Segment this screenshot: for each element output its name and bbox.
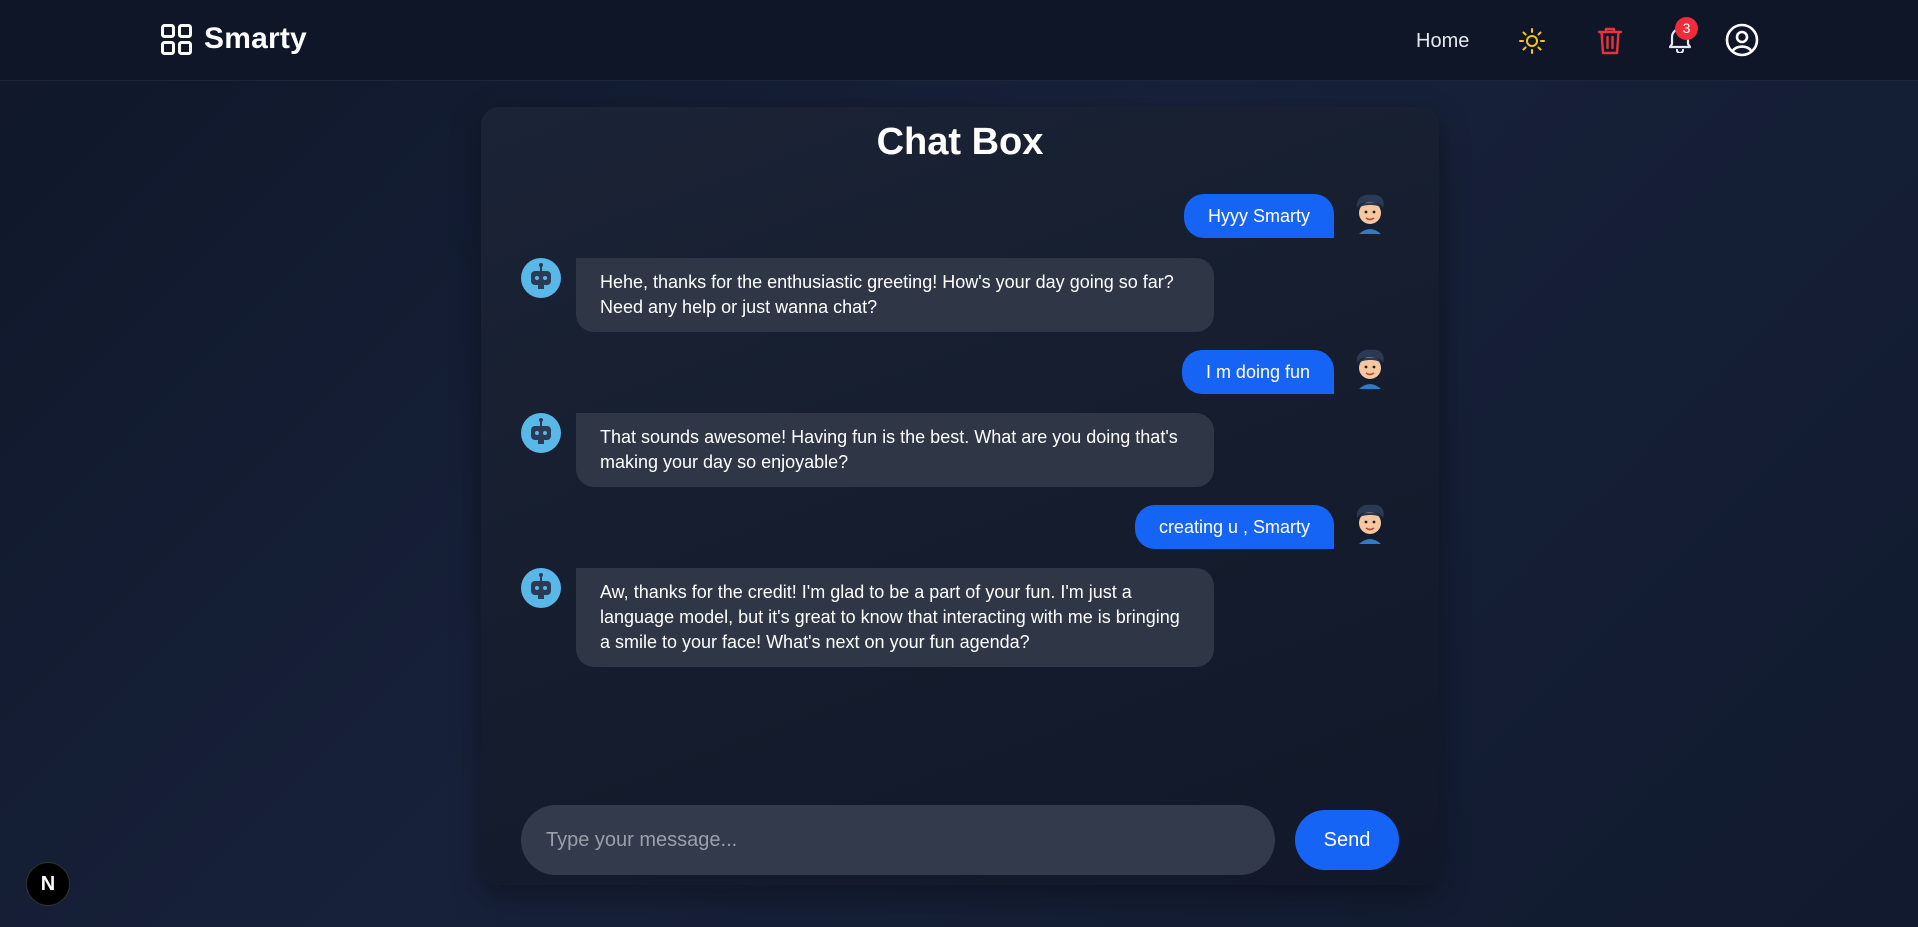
brand[interactable]: Smarty xyxy=(161,22,307,56)
dev-tools-badge[interactable]: N xyxy=(26,862,70,906)
user-circle-icon xyxy=(1725,23,1759,57)
grid-icon xyxy=(161,23,192,55)
message-composer: Send xyxy=(521,805,1399,875)
bot-message-bubble: That sounds awesome! Having fun is the b… xyxy=(576,413,1214,487)
user-avatar-icon xyxy=(1356,194,1384,234)
top-navbar: Smarty xyxy=(0,0,1918,81)
user-message-bubble: creating u , Smarty xyxy=(1134,505,1334,549)
user-message-bubble: I m doing fun xyxy=(1181,350,1334,394)
send-button[interactable]: Send xyxy=(1295,810,1399,870)
theme-toggle-button[interactable] xyxy=(1517,26,1547,56)
app-name: Smarty xyxy=(204,22,307,55)
sun-icon xyxy=(1519,28,1545,54)
notification-count-badge: 3 xyxy=(1675,17,1698,40)
bot-avatar-icon xyxy=(521,258,561,298)
message-input[interactable] xyxy=(521,805,1275,875)
chat-panel: Chat Box Hyyy Smarty Hehe, thanks for th… xyxy=(481,107,1439,885)
user-avatar-icon xyxy=(1356,504,1384,544)
clear-chat-button[interactable] xyxy=(1596,25,1624,57)
trash-icon xyxy=(1597,27,1623,55)
bot-message-bubble: Aw, thanks for the credit! I'm glad to b… xyxy=(576,568,1214,667)
user-avatar-icon xyxy=(1356,349,1384,389)
user-message-bubble: Hyyy Smarty xyxy=(1183,194,1334,238)
chat-title: Chat Box xyxy=(876,121,1044,163)
profile-button[interactable] xyxy=(1725,23,1759,57)
bot-avatar-icon xyxy=(521,568,561,608)
bot-avatar-icon xyxy=(521,413,561,453)
bot-message-bubble: Hehe, thanks for the enthusiastic greeti… xyxy=(576,258,1214,332)
nav-home-link[interactable]: Home xyxy=(1416,30,1469,53)
